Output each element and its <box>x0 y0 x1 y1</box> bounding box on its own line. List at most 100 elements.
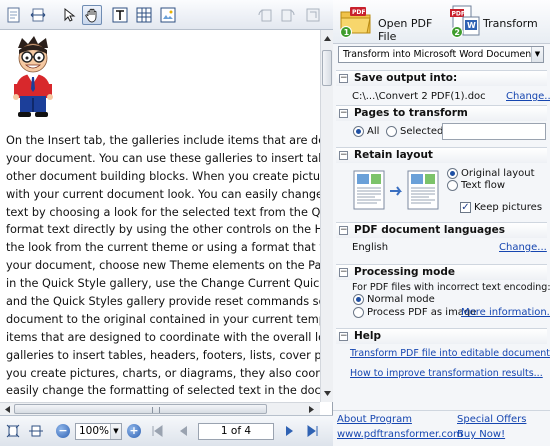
last-page-icon[interactable] <box>306 424 320 438</box>
output-format-select[interactable]: Transform into Microsoft Word Document ▼ <box>338 46 544 63</box>
document-line: document to the original contained in yo… <box>6 312 320 326</box>
fit-width-status-icon[interactable] <box>29 424 43 438</box>
help-transform-link[interactable]: Transform PDF file into editable documen… <box>350 348 550 359</box>
image-select-icon[interactable] <box>158 5 178 25</box>
vertical-scrollbar[interactable] <box>320 30 333 402</box>
zoom-in-icon[interactable]: + <box>127 424 141 438</box>
language-value: English <box>352 242 389 253</box>
help-section: − Help Transform PDF file into editable … <box>336 328 550 384</box>
processing-mode-header[interactable]: − Processing mode <box>336 264 547 280</box>
transform-pdf-icon: PDF W 2 <box>450 5 480 38</box>
transform-label: Transform <box>483 17 538 30</box>
buy-now-link[interactable]: Buy Now! <box>457 429 505 440</box>
zoom-select[interactable]: 100% ▼ <box>75 423 122 440</box>
open-pdf-button[interactable]: PDF 1 Open PDF File <box>336 3 444 43</box>
text-select-icon[interactable] <box>110 5 130 25</box>
first-page-icon[interactable] <box>150 424 164 438</box>
more-information-link[interactable]: More information... <box>461 307 550 318</box>
keep-pictures-label: Keep pictures <box>474 202 543 213</box>
document-line: you create pictures, charts, or diagrams… <box>6 366 320 380</box>
text-flow-radio[interactable] <box>447 180 458 191</box>
rotate-right-icon[interactable] <box>278 5 298 25</box>
collapse-icon[interactable]: − <box>339 109 348 118</box>
fit-width-icon[interactable] <box>28 5 48 25</box>
keep-pictures-checkbox[interactable]: ✓ <box>460 202 471 213</box>
scroll-right-icon[interactable] <box>306 404 317 415</box>
chevron-down-icon[interactable]: ▼ <box>110 424 121 439</box>
collapse-icon[interactable]: − <box>339 332 348 341</box>
next-page-icon[interactable] <box>283 424 297 438</box>
layout-preview-icon <box>353 170 439 210</box>
panel-toolbar: PDF 1 Open PDF File PDF W 2 Transform <box>333 0 550 44</box>
pages-selected-radio[interactable] <box>386 126 397 137</box>
table-select-icon[interactable] <box>134 5 154 25</box>
pages-all-radio[interactable] <box>353 126 364 137</box>
retain-layout-header[interactable]: − Retain layout <box>336 147 547 163</box>
svg-text:PDF: PDF <box>452 11 465 18</box>
rotate-left-icon[interactable] <box>255 5 275 25</box>
pointer-icon[interactable] <box>58 5 78 25</box>
zoom-out-icon[interactable]: − <box>56 424 70 438</box>
scroll-left-icon[interactable] <box>2 404 13 415</box>
normal-mode-radio[interactable] <box>353 294 364 305</box>
document-line: the look from the current theme or using… <box>6 241 320 255</box>
pages-selected-label: Selected: <box>400 126 447 137</box>
original-layout-label: Original layout <box>461 168 535 179</box>
collapse-icon[interactable]: − <box>339 268 348 277</box>
section-title: Save output into: <box>354 72 458 84</box>
output-format-value: Transform into Microsoft Word Document <box>343 49 535 60</box>
special-offers-link[interactable]: Special Offers <box>457 414 526 425</box>
original-layout-radio[interactable] <box>447 168 458 179</box>
horizontal-scrollbar[interactable] <box>0 402 320 415</box>
pages-all-label: All <box>367 126 380 137</box>
save-output-section: − Save output into: C:\...\Convert 2 PDF… <box>336 70 550 106</box>
document-line: easily change the formatting of selected… <box>6 384 320 398</box>
pages-range-input[interactable] <box>442 123 546 140</box>
website-link[interactable]: www.pdftransformer.com <box>337 429 463 440</box>
collapse-icon[interactable]: − <box>339 226 348 235</box>
scroll-down-icon[interactable] <box>322 388 333 399</box>
document-line: text by choosing a look for the selected… <box>6 205 320 219</box>
section-title: Retain layout <box>354 149 433 161</box>
horizontal-scroll-thumb[interactable] <box>14 404 267 414</box>
document-line: your document. You can use these galleri… <box>6 151 320 165</box>
select-page-icon[interactable] <box>4 5 24 25</box>
document-line: and the Quick Styles gallery provide res… <box>6 295 320 309</box>
collapse-icon[interactable]: − <box>339 151 348 160</box>
normal-mode-label: Normal mode <box>367 294 435 305</box>
document-line: with your current document look. You can… <box>6 187 320 201</box>
help-improve-link[interactable]: How to improve transformation results... <box>350 368 543 379</box>
page-number-field[interactable]: 1 of 4 <box>198 423 274 440</box>
collapse-icon[interactable]: − <box>339 74 348 83</box>
document-line: your document, choose new Theme elements… <box>6 259 320 273</box>
hand-tool-icon[interactable] <box>82 5 102 25</box>
pages-section: − Pages to transform All Selected: <box>336 105 547 147</box>
languages-section: − PDF document languages English Change.… <box>336 222 547 260</box>
viewer-toolbar <box>0 0 333 30</box>
image-mode-radio[interactable] <box>353 307 364 318</box>
save-output-header[interactable]: − Save output into: <box>336 70 547 86</box>
processing-mode-section: − Processing mode For PDF files with inc… <box>336 264 550 326</box>
document-line: in the Quick Style gallery, use the Chan… <box>6 277 320 291</box>
about-program-link[interactable]: About Program <box>337 414 412 425</box>
document-viewer: On the Insert tab, the galleries include… <box>0 0 333 446</box>
document-page[interactable]: On the Insert tab, the galleries include… <box>0 30 320 402</box>
chevron-down-icon[interactable]: ▼ <box>531 47 543 62</box>
retain-layout-section: − Retain layout Original layout Text flo… <box>336 147 547 219</box>
change-output-link[interactable]: Change... <box>506 91 550 102</box>
change-language-link[interactable]: Change... <box>499 242 547 253</box>
languages-header[interactable]: − PDF document languages <box>336 222 547 238</box>
zoom-value: 100% <box>79 425 110 437</box>
fit-page-icon[interactable] <box>6 424 20 438</box>
scroll-up-icon[interactable] <box>322 33 333 44</box>
transform-button[interactable]: PDF W 2 Transform <box>445 3 547 39</box>
crop-icon[interactable] <box>303 5 323 25</box>
svg-text:1: 1 <box>344 28 350 37</box>
section-title: Help <box>354 330 382 342</box>
document-line: galleries to insert tables, headers, foo… <box>6 348 320 362</box>
section-title: Pages to transform <box>354 107 468 119</box>
pages-header[interactable]: − Pages to transform <box>336 105 547 121</box>
help-header[interactable]: − Help <box>336 328 547 344</box>
previous-page-icon[interactable] <box>176 424 190 438</box>
vertical-scroll-thumb[interactable] <box>322 50 332 86</box>
